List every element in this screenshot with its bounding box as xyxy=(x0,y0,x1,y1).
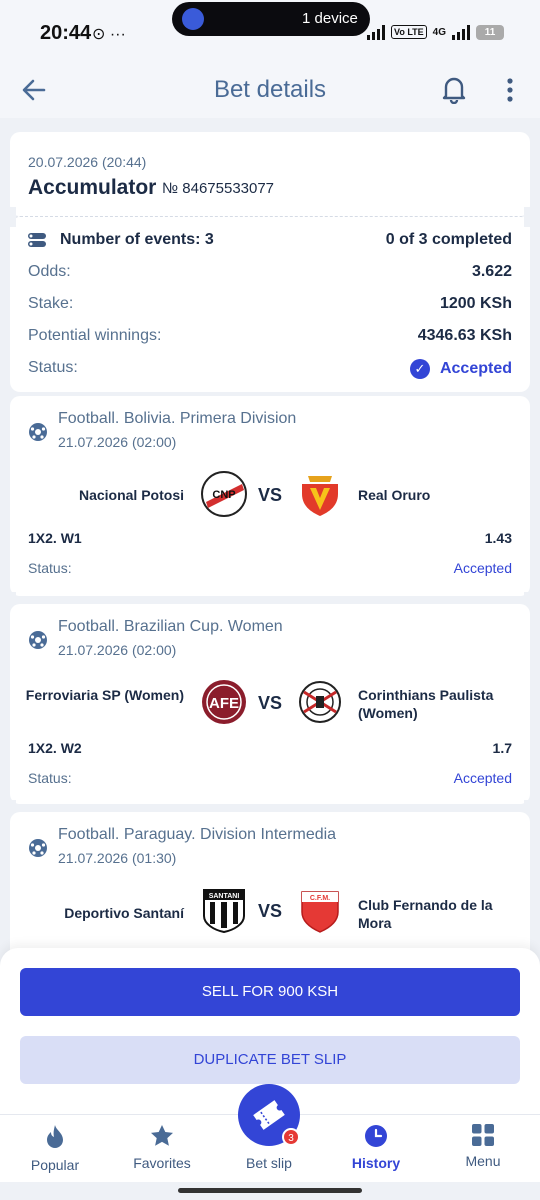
bet-summary-card: Number of events: 3 0 of 3 completed Odd… xyxy=(6,207,534,392)
football-icon xyxy=(29,631,47,649)
duplicate-bet-slip-button[interactable]: DUPLICATE BET SLIP xyxy=(20,1036,520,1084)
events-list-icon xyxy=(28,232,46,247)
clock-icon xyxy=(365,1125,387,1147)
bet-number: № 84675533077 xyxy=(162,180,275,197)
stake-value: 1200 KSh xyxy=(439,295,512,312)
status-time: 20:44 xyxy=(40,22,92,44)
status-accepted: ✓ Accepted xyxy=(409,359,512,379)
cfm-logo-text: C.F.M. xyxy=(310,895,330,902)
football-icon xyxy=(29,839,47,857)
signal-icon-2 xyxy=(452,24,470,40)
ferroviaria-logo-icon: AFE xyxy=(202,680,246,724)
event-coef: 1.7 xyxy=(492,740,512,756)
nav-menu-label: Menu xyxy=(465,1153,501,1169)
team-home: Ferroviaria SP (Women) xyxy=(25,687,184,703)
team-home: Nacional Potosi xyxy=(78,487,184,503)
vs-label: VS xyxy=(258,693,283,713)
bet-slip-badge: 3 xyxy=(282,1128,300,1146)
bet-date: 20.07.2026 (20:44) xyxy=(28,154,147,170)
check-circle-icon: ✓ xyxy=(409,359,430,379)
event-status-value: Accepted xyxy=(453,560,512,576)
winnings-label: Potential winnings: xyxy=(28,327,162,344)
bell-icon[interactable] xyxy=(440,74,468,104)
nacional-potosi-logo-icon: CNP xyxy=(201,471,247,517)
stake-label: Stake: xyxy=(28,295,74,312)
odds-label: Odds: xyxy=(28,263,71,280)
status-row: Status: ✓ Accepted xyxy=(28,359,512,379)
device-pill-label: 1 device xyxy=(302,10,358,27)
event-market: 1X2. W2 xyxy=(28,740,82,756)
sell-button[interactable]: SELL FOR 900 KSH xyxy=(20,968,520,1016)
event-status-value: Accepted xyxy=(453,770,512,786)
odds-row: Odds: 3.622 xyxy=(28,263,512,281)
event-coef: 1.43 xyxy=(484,530,512,546)
vs-label: VS xyxy=(258,485,283,505)
nav-history-label: History xyxy=(351,1155,401,1171)
grid-icon xyxy=(472,1124,494,1146)
event-card-2[interactable]: Football. Brazilian Cup. Women 21.07.202… xyxy=(6,604,534,820)
event-date: 21.07.2026 (02:00) xyxy=(58,434,177,450)
status-right-icons: Vo LTE 4G 11 xyxy=(366,24,504,40)
device-pill[interactable]: 1 device xyxy=(172,2,370,36)
vs-label: VS xyxy=(258,901,283,921)
nav-favorites-label: Favorites xyxy=(133,1155,191,1171)
network-type: 4G xyxy=(432,26,446,38)
event-date: 21.07.2026 (02:00) xyxy=(58,642,177,658)
team-home: Deportivo Santaní xyxy=(64,905,184,921)
events-row: Number of events: 3 0 of 3 completed xyxy=(28,231,512,249)
signal-icon xyxy=(366,24,385,40)
nav-popular-label: Popular xyxy=(30,1157,80,1173)
nav-betslip[interactable]: Bet slip xyxy=(219,1153,319,1171)
team-away: Corinthians Paulista (Women) xyxy=(358,687,494,721)
bet-type: Accumulator xyxy=(28,176,157,199)
app-header: Bet details xyxy=(0,62,540,118)
ticket-notch xyxy=(6,207,16,227)
winnings-row: Potential winnings: 4346.63 KSh xyxy=(28,327,512,345)
cfm-logo-icon: C.F.M. xyxy=(301,891,339,933)
bet-header-card: 20.07.2026 (20:44) Accumulator № 8467553… xyxy=(10,132,530,216)
real-oruro-logo-icon xyxy=(302,476,338,516)
event-status-label: Status: xyxy=(28,560,72,576)
nav-betslip-label: Bet slip xyxy=(246,1155,292,1171)
event-league: Football. Brazilian Cup. Women xyxy=(58,618,283,635)
status-value: Accepted xyxy=(439,360,512,378)
team-away: Club Fernando de la Mora xyxy=(358,897,493,931)
winnings-value: 4346.63 KSh xyxy=(417,327,512,344)
santani-logo-icon: SANTANI xyxy=(203,889,245,934)
nav-popular[interactable]: Popular xyxy=(5,1123,105,1173)
event-league: Football. Paraguay. Division Intermedia xyxy=(58,826,337,843)
completed-count: 0 of 3 completed xyxy=(385,231,512,248)
ticket-notch xyxy=(524,207,534,227)
star-icon xyxy=(151,1125,173,1146)
event-league: Football. Bolivia. Primera Division xyxy=(58,410,297,427)
football-icon xyxy=(29,423,47,441)
link-icon xyxy=(182,8,204,30)
event-market: 1X2. W1 xyxy=(28,530,82,546)
stake-row: Stake: 1200 KSh xyxy=(28,295,512,313)
team-away: Real Oruro xyxy=(358,487,431,503)
event-date: 21.07.2026 (01:30) xyxy=(58,850,177,866)
event-status-label: Status: xyxy=(28,770,72,786)
afe-logo-text: AFE xyxy=(209,695,239,712)
status-label: Status: xyxy=(28,359,78,376)
battery-icon: 11 xyxy=(476,24,504,40)
status-notification-icons: ⊙ ··· xyxy=(92,26,126,43)
events-count: Number of events: 3 xyxy=(60,231,214,248)
volte-badge: Vo LTE xyxy=(390,25,427,39)
status-bar: 20:44 ⊙ ··· 1 device Vo LTE 4G 11 xyxy=(0,0,540,62)
flame-icon xyxy=(47,1125,63,1148)
corinthians-logo-icon xyxy=(299,681,341,723)
event-card-1[interactable]: Football. Bolivia. Primera Division 21.0… xyxy=(6,396,534,612)
odds-value: 3.622 xyxy=(471,263,512,280)
nacional-logo-text: CNP xyxy=(212,489,235,501)
santani-logo-text: SANTANI xyxy=(209,893,240,900)
nav-history[interactable]: History xyxy=(326,1123,426,1171)
nav-menu[interactable]: Menu xyxy=(433,1123,533,1169)
home-indicator[interactable] xyxy=(178,1188,362,1193)
more-vertical-icon[interactable] xyxy=(500,76,520,104)
nav-favorites[interactable]: Favorites xyxy=(112,1123,212,1171)
